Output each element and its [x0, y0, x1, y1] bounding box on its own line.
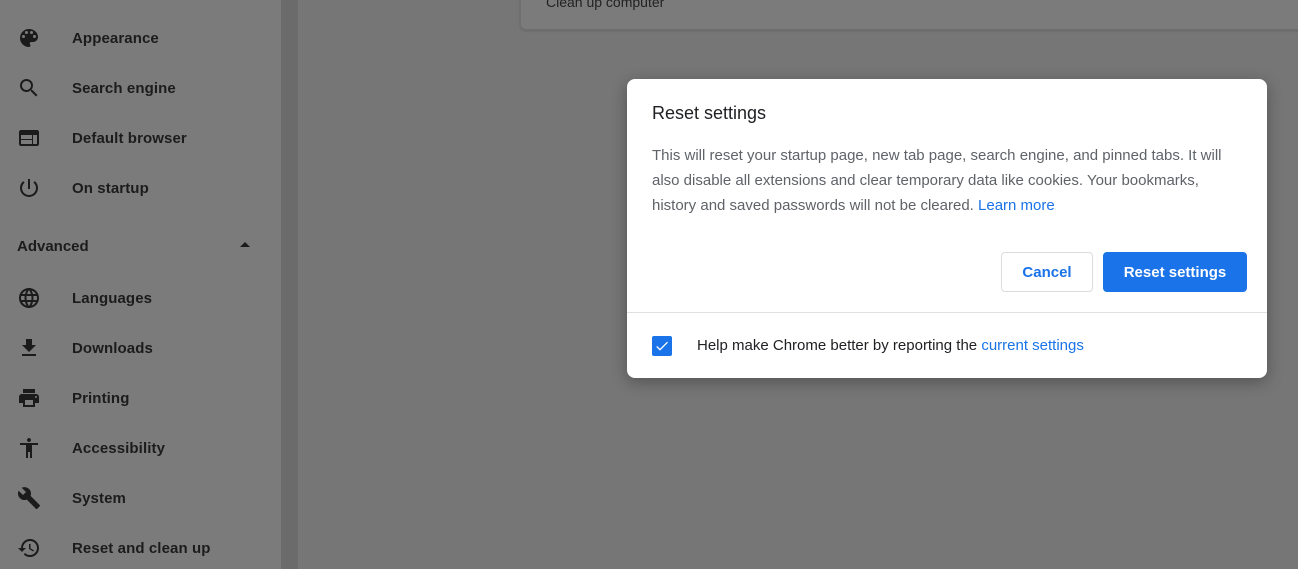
learn-more-link[interactable]: Learn more	[978, 197, 1055, 214]
dialog-body: This will reset your startup page, new t…	[652, 143, 1247, 218]
sidebar-item-appearance[interactable]: Appearance	[0, 18, 281, 58]
clean-up-computer-label: Clean up computer	[546, 0, 665, 10]
sidebar-item-default-browser[interactable]: Default browser	[0, 118, 281, 158]
sidebar-item-label: Languages	[72, 289, 153, 307]
printer-icon	[17, 386, 41, 410]
sidebar-item-label: On startup	[72, 179, 149, 197]
settings-page: Appearance Search engine Default browser…	[0, 0, 1298, 569]
sidebar-item-printing[interactable]: Printing	[0, 378, 281, 418]
sidebar-item-label: System	[72, 489, 126, 507]
accessibility-icon	[17, 436, 41, 460]
checkbox-text: Help make Chrome better by reporting the	[697, 337, 978, 354]
checkbox-label: Help make Chrome better by reporting the…	[697, 337, 1084, 354]
sidebar-item-reset-and-clean-up[interactable]: Reset and clean up	[0, 528, 281, 568]
sidebar: Appearance Search engine Default browser…	[0, 0, 281, 569]
checkmark-icon	[656, 341, 668, 351]
sidebar-item-label: Default browser	[72, 129, 187, 147]
advanced-section-toggle[interactable]: Advanced	[0, 227, 281, 267]
reset-settings-button[interactable]: Reset settings	[1103, 252, 1247, 292]
reset-settings-dialog: Reset settings This will reset your star…	[627, 79, 1267, 378]
report-settings-checkbox[interactable]	[652, 336, 672, 356]
history-icon	[17, 536, 41, 560]
sidebar-item-label: Reset and clean up	[72, 539, 211, 557]
sidebar-item-label: Downloads	[72, 339, 153, 357]
browser-icon	[17, 126, 41, 150]
dialog-title: Reset settings	[652, 103, 767, 123]
sidebar-item-on-startup[interactable]: On startup	[0, 168, 281, 208]
cancel-button[interactable]: Cancel	[1001, 252, 1093, 292]
sidebar-item-label: Search engine	[72, 79, 176, 97]
palette-icon	[17, 26, 41, 50]
wrench-icon	[17, 486, 41, 510]
download-icon	[17, 336, 41, 360]
sidebar-scrollbar[interactable]	[281, 0, 298, 569]
power-icon	[17, 176, 41, 200]
dialog-divider	[627, 312, 1267, 313]
sidebar-item-label: Accessibility	[72, 439, 166, 457]
advanced-label: Advanced	[17, 238, 89, 255]
caret-up-icon	[240, 242, 250, 247]
sidebar-item-system[interactable]: System	[0, 478, 281, 518]
sidebar-item-languages[interactable]: Languages	[0, 278, 281, 318]
sidebar-item-label: Appearance	[72, 29, 159, 47]
globe-icon	[17, 286, 41, 310]
clean-up-computer-card[interactable]: Clean up computer	[520, 0, 1298, 30]
sidebar-item-downloads[interactable]: Downloads	[0, 328, 281, 368]
sidebar-item-search-engine[interactable]: Search engine	[0, 68, 281, 108]
sidebar-item-label: Printing	[72, 389, 130, 407]
dialog-body-text: This will reset your startup page, new t…	[652, 147, 1222, 214]
sidebar-item-accessibility[interactable]: Accessibility	[0, 428, 281, 468]
search-icon	[17, 76, 41, 100]
current-settings-link[interactable]: current settings	[981, 337, 1084, 354]
